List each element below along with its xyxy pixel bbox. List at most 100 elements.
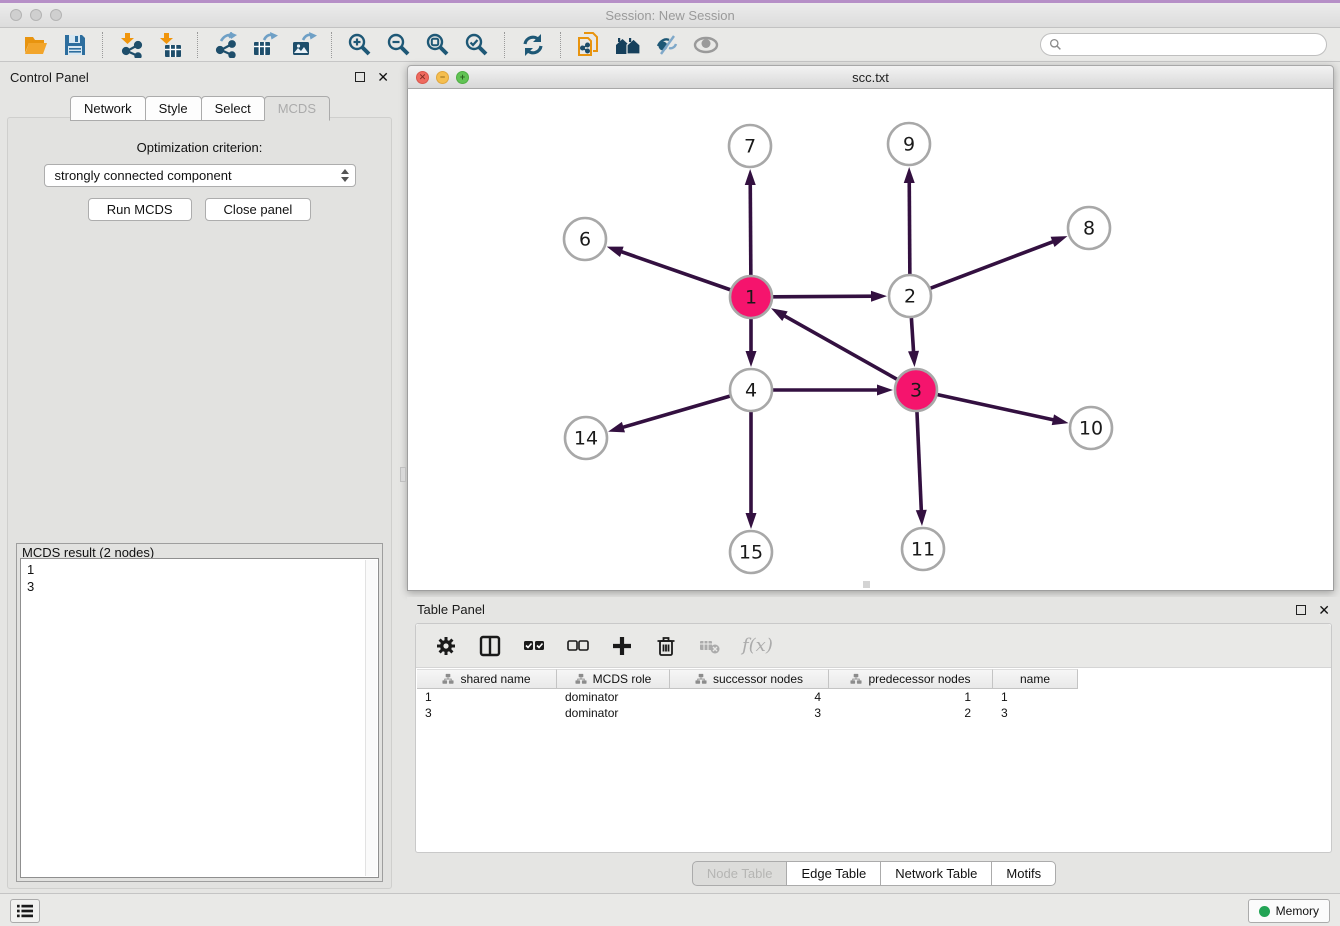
float-panel-icon[interactable] xyxy=(355,72,365,82)
select-all-rows-icon[interactable] xyxy=(522,634,546,658)
node-label-3: 3 xyxy=(910,380,922,402)
task-history-button[interactable] xyxy=(10,899,40,923)
cell[interactable]: 3 xyxy=(993,705,1078,721)
mcds-result-text: 1 3 xyxy=(27,561,364,875)
node-label-11: 11 xyxy=(911,539,935,561)
close-panel-button[interactable]: Close panel xyxy=(205,198,312,221)
network-clone-icon[interactable] xyxy=(575,31,602,58)
network-window-titlebar[interactable]: scc.txt ✕ − + xyxy=(407,65,1334,89)
cell[interactable]: 1 xyxy=(417,689,557,705)
panel-splitter-handle[interactable] xyxy=(400,467,406,482)
delete-column-icon[interactable] xyxy=(654,634,678,658)
cell[interactable]: 2 xyxy=(829,705,993,721)
cell[interactable]: 1 xyxy=(993,689,1078,705)
window-title: Session: New Session xyxy=(0,8,1340,23)
refresh-icon[interactable] xyxy=(519,31,546,58)
show-eye-icon[interactable] xyxy=(692,31,719,58)
import-network-icon[interactable] xyxy=(117,31,144,58)
column-header-MCDS-role[interactable]: MCDS role xyxy=(557,669,670,689)
run-mcds-button[interactable]: Run MCDS xyxy=(88,198,192,221)
zoom-selected-icon[interactable] xyxy=(463,31,490,58)
zoom-fit-icon[interactable] xyxy=(424,31,451,58)
edge-4-14[interactable] xyxy=(621,396,730,428)
column-header-shared-name[interactable]: shared name xyxy=(417,669,557,689)
tab-motifs[interactable]: Motifs xyxy=(991,861,1056,886)
edge-arrowhead xyxy=(871,291,887,302)
edge-3-1[interactable] xyxy=(782,315,896,380)
column-header-successor-nodes[interactable]: successor nodes xyxy=(670,669,829,689)
edge-1-2[interactable] xyxy=(773,296,874,297)
float-table-panel-icon[interactable] xyxy=(1296,605,1306,615)
close-panel-icon[interactable]: ✕ xyxy=(377,72,389,82)
column-layout-icon[interactable] xyxy=(478,634,502,658)
node-label-7: 7 xyxy=(744,136,756,158)
cell[interactable]: dominator xyxy=(557,705,670,721)
zoom-out-icon[interactable] xyxy=(385,31,412,58)
network-graph[interactable]: 1234678910111415 xyxy=(408,89,1333,590)
edge-arrowhead xyxy=(1052,414,1069,425)
settings-gear-icon[interactable] xyxy=(434,634,458,658)
table-panel-title: Table Panel xyxy=(417,602,485,617)
control-panel-title: Control Panel xyxy=(10,70,89,85)
result-scrollbar[interactable] xyxy=(365,560,377,876)
zoom-in-icon[interactable] xyxy=(346,31,373,58)
network-canvas[interactable]: 1234678910111415 xyxy=(407,89,1334,591)
deselect-all-rows-icon[interactable] xyxy=(566,634,590,658)
node-label-6: 6 xyxy=(579,229,591,251)
table-panel: Table Panel ✕ xyxy=(407,597,1340,890)
cell[interactable]: dominator xyxy=(557,689,670,705)
export-image-icon[interactable] xyxy=(290,31,317,58)
mcds-panel: Optimization criterion: strongly connect… xyxy=(7,117,392,889)
tab-edge-table[interactable]: Edge Table xyxy=(786,861,881,886)
export-table-icon[interactable] xyxy=(251,31,278,58)
search-input[interactable] xyxy=(1062,38,1326,52)
tab-select[interactable]: Select xyxy=(201,96,265,121)
cell[interactable]: 4 xyxy=(670,689,829,705)
mcds-result-box[interactable]: 1 3 xyxy=(20,558,379,878)
memory-label: Memory xyxy=(1276,904,1319,918)
tab-style[interactable]: Style xyxy=(145,96,202,121)
node-label-8: 8 xyxy=(1083,218,1095,240)
edge-1-7[interactable] xyxy=(750,182,751,275)
tab-mcds[interactable]: MCDS xyxy=(264,96,330,121)
memory-status-icon xyxy=(1259,906,1270,917)
node-label-1: 1 xyxy=(745,287,757,309)
add-column-icon[interactable] xyxy=(610,634,634,658)
hide-glasses-icon[interactable] xyxy=(653,31,680,58)
criterion-dropdown[interactable]: strongly connected component xyxy=(44,164,356,187)
tab-network-table[interactable]: Network Table xyxy=(880,861,992,886)
save-session-icon[interactable] xyxy=(61,31,88,58)
node-label-10: 10 xyxy=(1079,418,1103,440)
canvas-scroll-nub[interactable] xyxy=(863,581,870,588)
function-builder-icon[interactable]: f(x) xyxy=(742,635,773,656)
edge-2-3[interactable] xyxy=(911,318,913,354)
edge-3-11[interactable] xyxy=(917,412,921,513)
edge-arrowhead xyxy=(904,167,915,183)
import-table-icon[interactable] xyxy=(156,31,183,58)
memory-button[interactable]: Memory xyxy=(1248,899,1330,923)
tab-network[interactable]: Network xyxy=(70,96,146,121)
column-header-predecessor-nodes[interactable]: predecessor nodes xyxy=(829,669,993,689)
status-bar: Memory xyxy=(0,893,1340,926)
table-row[interactable]: 3dominator323 xyxy=(417,705,1330,721)
edge-arrowhead xyxy=(745,169,756,185)
search-field[interactable] xyxy=(1040,33,1327,56)
cell[interactable]: 1 xyxy=(829,689,993,705)
main-toolbar xyxy=(0,28,1340,62)
home-icon[interactable] xyxy=(614,31,641,58)
edge-2-9[interactable] xyxy=(909,180,910,274)
search-icon xyxy=(1049,38,1062,51)
control-panel-tabs: NetworkStyleSelectMCDS xyxy=(0,96,399,121)
cell[interactable]: 3 xyxy=(670,705,829,721)
open-session-icon[interactable] xyxy=(22,31,49,58)
delete-table-icon[interactable] xyxy=(698,634,722,658)
edge-2-8[interactable] xyxy=(931,241,1056,288)
edge-3-10[interactable] xyxy=(937,395,1055,421)
tab-node-table[interactable]: Node Table xyxy=(692,861,788,886)
close-table-panel-icon[interactable]: ✕ xyxy=(1318,605,1330,615)
column-header-name[interactable]: name xyxy=(993,669,1078,689)
table-row[interactable]: 1dominator411 xyxy=(417,689,1330,705)
edge-1-6[interactable] xyxy=(619,251,730,290)
export-network-icon[interactable] xyxy=(212,31,239,58)
cell[interactable]: 3 xyxy=(417,705,557,721)
